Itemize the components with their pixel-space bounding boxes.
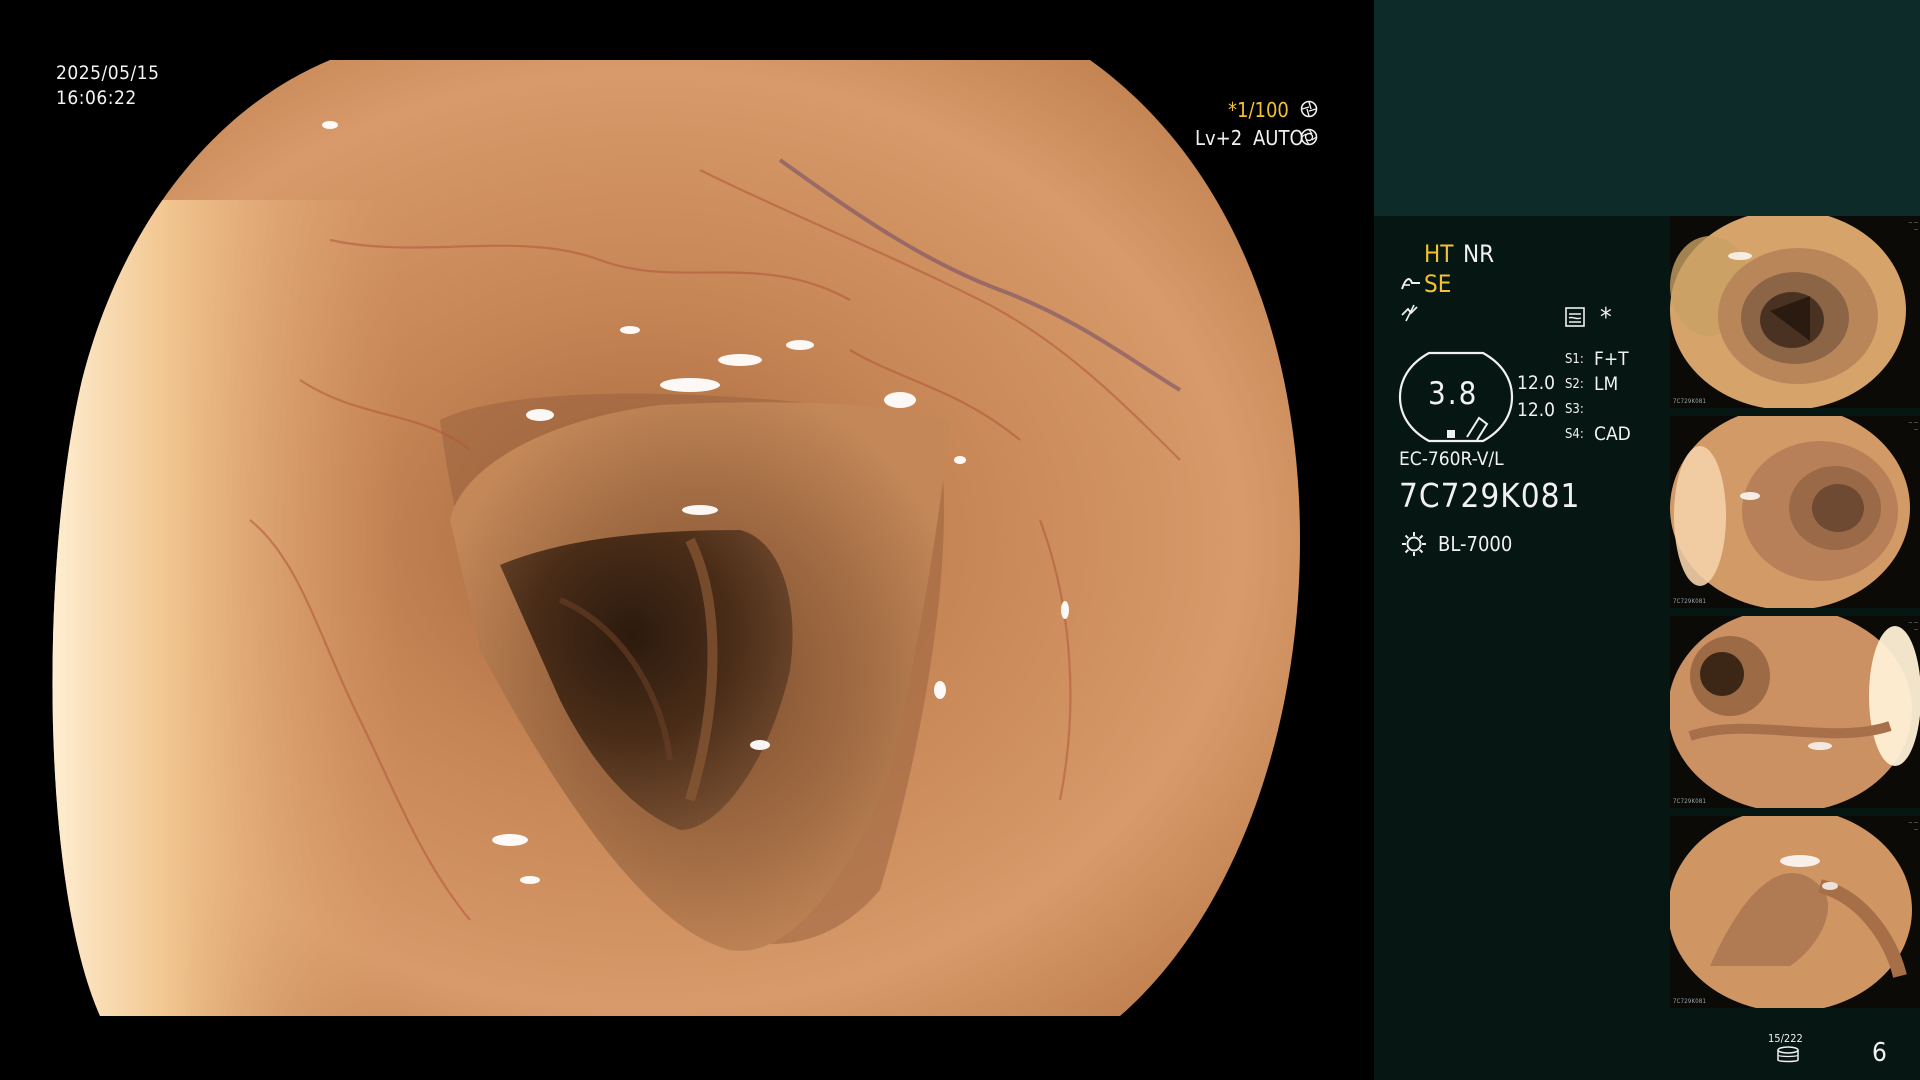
capture-thumbnail-2[interactable]: -- -- -- 7C729K081	[1670, 416, 1920, 608]
iris-icon	[1300, 128, 1318, 150]
processor-info-panel: HT NR SE * 3.8 12.0 12.0 S1: F+T S2: LM …	[1374, 0, 1920, 1080]
switch-4-value: CAD	[1594, 423, 1631, 445]
light-source: BL-7000	[1438, 532, 1513, 556]
mode-nr: NR	[1463, 240, 1495, 268]
filter-icon	[1400, 303, 1420, 327]
scope-model: EC-760R-V/L	[1399, 448, 1504, 470]
switch-3-label: S3:	[1565, 402, 1584, 417]
capture-count: 6	[1872, 1038, 1887, 1068]
capture-thumbnail-3[interactable]: -- -- -- 7C729K081	[1670, 616, 1920, 808]
parameter-a: 12.0	[1517, 372, 1556, 394]
brightness-level: Lv+2	[1195, 126, 1243, 150]
parameter-b: 12.0	[1517, 399, 1556, 421]
asterisk-indicator: *	[1600, 303, 1612, 333]
switch-4-label: S4:	[1565, 427, 1584, 442]
switch-2-label: S2:	[1565, 377, 1584, 392]
switch-1-value: F+T	[1594, 348, 1629, 370]
exam-date: 2025/05/15	[56, 62, 160, 84]
mode-ht: HT	[1424, 240, 1454, 268]
switch-2-value: LM	[1594, 373, 1619, 395]
capture-thumbnail-4[interactable]: -- -- -- 7C729K081	[1670, 816, 1920, 1008]
capture-thumbnail-1[interactable]: -- -- -- 7C729K081	[1670, 216, 1920, 408]
image-mode-icon	[1564, 306, 1586, 332]
exam-time: 16:06:22	[56, 87, 137, 109]
shutter-icon	[1300, 100, 1318, 122]
panel-header-area	[1374, 0, 1920, 216]
scope-serial: 7C729K081	[1399, 476, 1581, 515]
iris-mode: AUTO	[1253, 126, 1304, 150]
mode-se: SE	[1424, 270, 1452, 298]
lamp-icon	[1400, 530, 1428, 562]
shutter-speed: *1/100	[1228, 98, 1289, 122]
endoscopic-image	[52, 60, 1300, 1016]
storage-count: 15/222	[1768, 1032, 1803, 1045]
storage-icon	[1776, 1046, 1800, 1068]
enhance-icon	[1400, 275, 1422, 297]
switch-1-label: S1:	[1565, 352, 1584, 367]
endoscope-live-view: 2025/05/15 16:06:22 *1/100 Lv+2 AUTO	[0, 0, 1374, 1080]
zoom-value: 3.8	[1428, 376, 1479, 412]
